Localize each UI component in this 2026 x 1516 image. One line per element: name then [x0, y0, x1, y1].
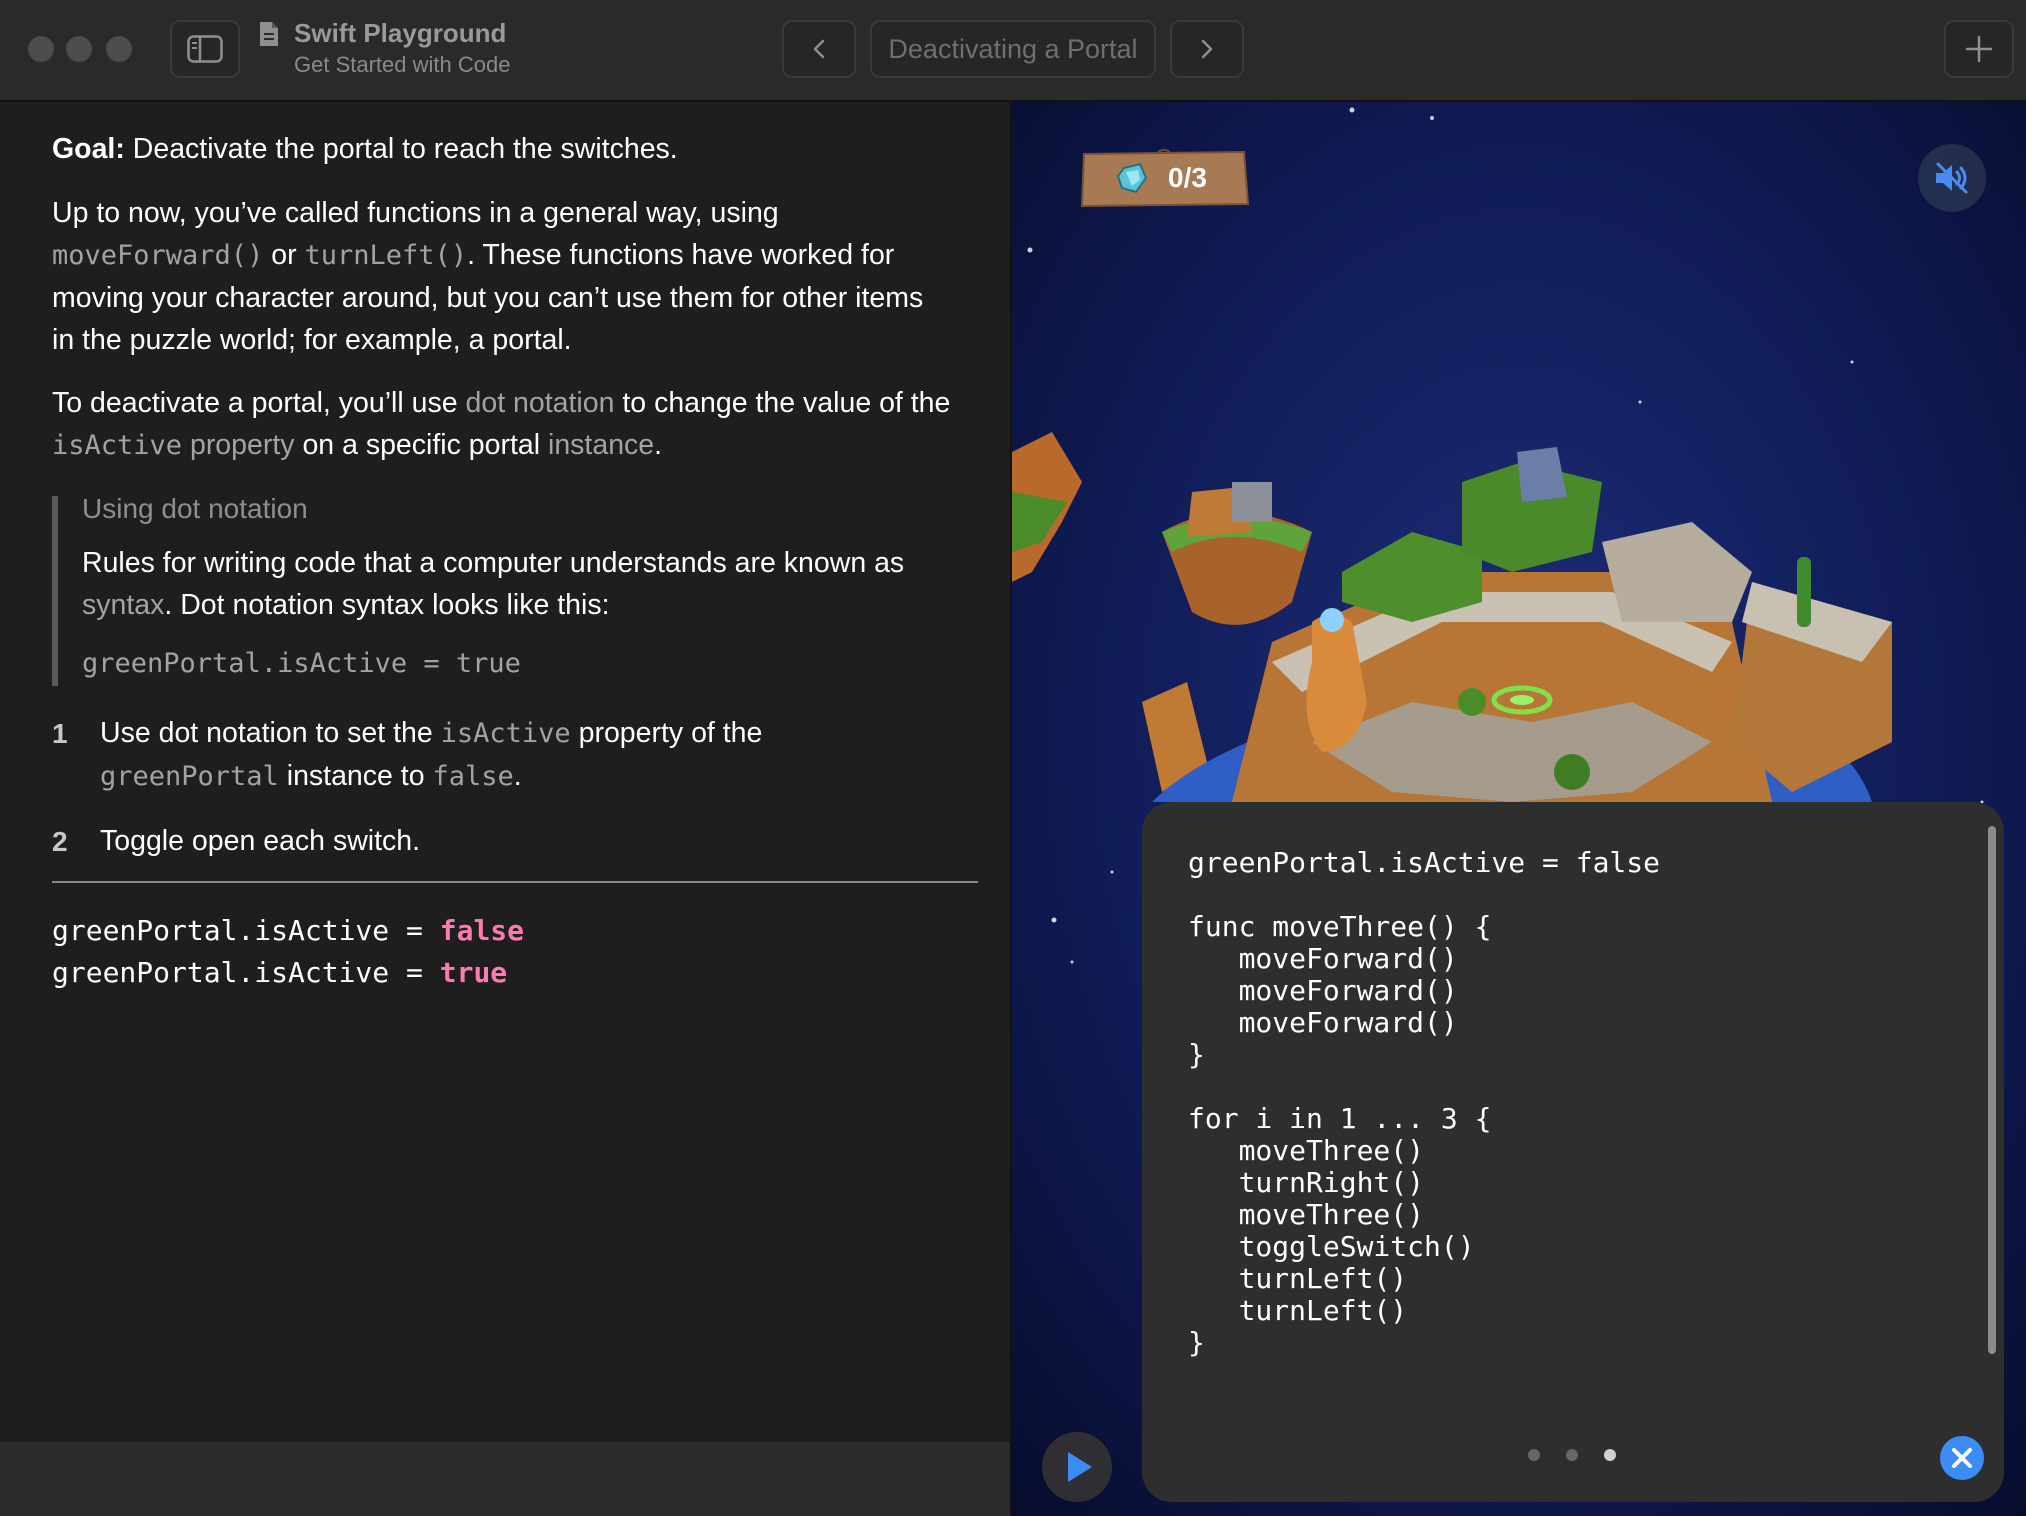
step-text-part: . [513, 760, 522, 792]
step-text-part: Use dot notation to set the [100, 717, 441, 749]
app-title: Swift Playground [294, 18, 507, 48]
score-board [1080, 149, 1250, 208]
panel-code-line: moveThree() [1188, 1198, 1425, 1231]
intro-text: Up to now, you’ve called functions in a … [52, 197, 779, 229]
score-counter: 0/3 [1168, 162, 1207, 193]
intro-text: in the puzzle world; for example, a port… [52, 324, 572, 356]
plus-icon [1965, 35, 1993, 63]
paragraph-text: on a specific portal [294, 429, 548, 461]
intro-text: or [263, 239, 305, 271]
sidebar-toggle-button[interactable] [170, 20, 240, 78]
goal-line: Goal: Deactivate the portal to reach the… [52, 128, 678, 170]
close-window-button[interactable] [28, 36, 54, 62]
step-number: 2 [52, 826, 68, 857]
panel-code-line: greenPortal.isActive = false [1188, 846, 1661, 879]
intro-paragraph: Up to now, you’ve called functions in a … [52, 192, 992, 361]
paragraph-text: . [654, 429, 663, 461]
dot-notation-paragraph: To deactivate a portal, you’ll use dot n… [52, 382, 1012, 467]
mute-button[interactable] [1918, 144, 1986, 212]
minimize-window-button[interactable] [66, 36, 92, 62]
code-term: isActive [440, 718, 571, 749]
panel-code-line: turnLeft() [1188, 1294, 1408, 1327]
panel-code-line: toggleSwitch() [1188, 1230, 1475, 1263]
panel-code-line: turnLeft() [1188, 1262, 1408, 1295]
code-text: greenPortal.isActive = [52, 956, 440, 989]
divider-line [52, 881, 978, 883]
callout-line: Rules for writing code that a computer u… [82, 547, 905, 579]
page-dot-3[interactable] [1604, 1449, 1616, 1461]
callout-title: Using dot notation [82, 493, 308, 524]
paragraph-text: to change the value of the [614, 387, 951, 419]
callout-code: greenPortal.isActive = true [82, 648, 521, 679]
bottom-bar [0, 1442, 1010, 1516]
panel-code-line: moveForward() [1188, 1006, 1458, 1039]
callout-border [52, 496, 58, 686]
step-number: 1 [52, 718, 68, 749]
glossary-link[interactable]: instance [548, 429, 654, 461]
step-text-part: instance to [278, 760, 433, 792]
sidebar-icon [187, 35, 223, 63]
close-icon [1952, 1448, 1972, 1468]
code-term: false [432, 761, 514, 792]
code-text: greenPortal.isActive = [52, 914, 440, 947]
panel-code-line: func moveThree() { [1188, 910, 1492, 943]
page-dot-2[interactable] [1566, 1449, 1578, 1461]
code-line[interactable]: greenPortal.isActive = true [52, 956, 507, 989]
paragraph-text: To deactivate a portal, you’ll use [52, 387, 466, 419]
panel-code-line: turnRight() [1188, 1166, 1425, 1199]
glossary-link[interactable]: syntax [82, 589, 164, 621]
app-subtitle: Get Started with Code [294, 52, 511, 77]
code-line[interactable]: greenPortal.isActive = false [52, 914, 524, 947]
run-code-button[interactable] [1042, 1432, 1112, 1502]
document-icon [260, 22, 278, 46]
next-page-button[interactable] [1170, 20, 1244, 78]
speaker-muted-icon [1936, 162, 1968, 194]
panel-code-line: moveThree() [1188, 1134, 1425, 1167]
intro-text: moving your character around, but you ca… [52, 282, 924, 314]
panel-code-line: } [1188, 1326, 1205, 1359]
step-text: Toggle open each switch. [100, 825, 421, 857]
play-icon [1068, 1452, 1092, 1482]
callout-line: . Dot notation syntax looks like this: [164, 589, 610, 621]
glossary-link[interactable]: dot notation [466, 387, 615, 419]
callout-text: Rules for writing code that a computer u… [82, 542, 962, 626]
step-text: Use dot notation to set the isActive pro… [100, 712, 960, 798]
close-panel-button[interactable] [1940, 1436, 1984, 1480]
glossary-link[interactable]: property [182, 429, 295, 461]
code-term: turnLeft() [304, 240, 468, 271]
chevron-right-icon [1201, 39, 1213, 59]
zoom-window-button[interactable] [106, 36, 132, 62]
add-button[interactable] [1944, 20, 2014, 78]
code-term: isActive [52, 430, 183, 461]
page-title-field[interactable]: Deactivating a Portal [870, 20, 1156, 78]
code-keyword: false [439, 914, 525, 947]
panel-code-line: for i in 1 ... 3 { [1188, 1102, 1492, 1135]
title-bar: Swift Playground Get Started with Code D… [0, 0, 2026, 102]
page-dot-1[interactable] [1528, 1449, 1540, 1461]
goal-label: Goal: [52, 133, 125, 165]
panel-code-line: moveForward() [1188, 974, 1458, 1007]
chevron-left-icon [813, 39, 825, 59]
code-term: greenPortal [100, 761, 279, 792]
previous-page-button[interactable] [782, 20, 856, 78]
panel-code-line: } [1188, 1038, 1205, 1071]
panel-scrollbar[interactable] [1988, 826, 1996, 1354]
code-term: moveForward() [52, 240, 264, 271]
step-text-part: property of the [570, 717, 763, 749]
intro-text: . These functions have worked for [467, 239, 895, 271]
code-keyword: true [439, 956, 508, 989]
goal-text: Deactivate the portal to reach the switc… [124, 133, 678, 165]
panel-code-line: moveForward() [1188, 942, 1458, 975]
